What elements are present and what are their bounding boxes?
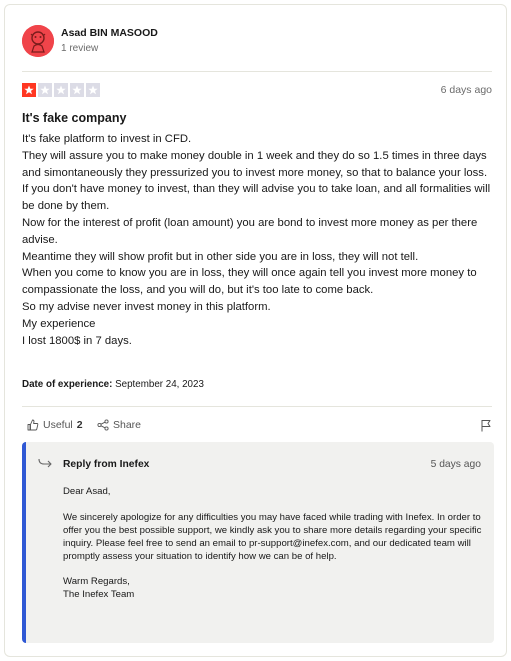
useful-label: Useful (43, 419, 73, 431)
star-icon (38, 83, 52, 97)
reply-signoff-line: Warm Regards, (63, 576, 130, 588)
divider (22, 406, 492, 407)
experience-date: September 24, 2023 (115, 379, 204, 390)
flag-icon (481, 420, 491, 432)
company-reply: Reply from Inefex 5 days ago Dear Asad, … (22, 442, 494, 643)
review-body-line: Now for the interest of profit (loan amo… (22, 216, 478, 246)
experience-label: Date of experience: (22, 379, 113, 390)
review-body-line: When you come to know you are in loss, t… (22, 267, 477, 297)
useful-count: 2 (76, 419, 83, 431)
review-body-line: They will assure you to make money doubl… (22, 149, 488, 179)
reply-body: Dear Asad, We sincerely apologize for an… (63, 486, 487, 602)
reply-greeting: Dear Asad, (63, 486, 111, 497)
share-icon (97, 419, 109, 431)
review-body-line: So my advise never invest money in this … (22, 300, 271, 313)
star-rating (22, 83, 100, 97)
divider (22, 71, 492, 72)
review-card: Asad BIN MASOOD 1 review 6 days ago It's… (4, 4, 507, 657)
reply-date: 5 days ago (430, 459, 481, 470)
reply-arrow-icon (38, 458, 52, 468)
reply-message: We sincerely apologize for any difficult… (63, 511, 482, 562)
thumbs-up-icon (27, 419, 39, 431)
reply-signoff: Warm Regards, The Inefex Team (63, 576, 487, 602)
reviewer-name[interactable]: Asad BIN MASOOD (61, 27, 158, 39)
review-body-line: I lost 1800$ in 7 days. (22, 334, 132, 347)
star-icon (54, 83, 68, 97)
star-icon (22, 83, 36, 97)
review-title[interactable]: It's fake company (22, 111, 126, 125)
reviewer-review-count: 1 review (61, 43, 99, 54)
review-body-line: My experience (22, 317, 96, 330)
avatar[interactable] (22, 25, 54, 57)
user-avatar-icon (22, 25, 54, 57)
review-date: 6 days ago (440, 84, 492, 96)
review-body-line: It's fake platform to invest in CFD. (22, 133, 192, 145)
reply-signoff-line: The Inefex Team (63, 589, 135, 601)
review-body-line: If you don't have money to invest, than … (22, 183, 491, 213)
flag-button[interactable] (480, 419, 492, 437)
share-label: Share (113, 419, 142, 431)
reply-title: Reply from Inefex (63, 459, 150, 470)
star-icon (86, 83, 100, 97)
useful-button[interactable]: Useful 2 (27, 419, 83, 431)
review-body-line: Meantime they will show profit but in ot… (22, 250, 419, 263)
share-button[interactable]: Share (97, 419, 141, 431)
star-icon (70, 83, 84, 97)
date-of-experience: Date of experience: September 24, 2023 (22, 379, 204, 390)
review-body: It's fake platform to invest in CFD. The… (22, 131, 500, 349)
